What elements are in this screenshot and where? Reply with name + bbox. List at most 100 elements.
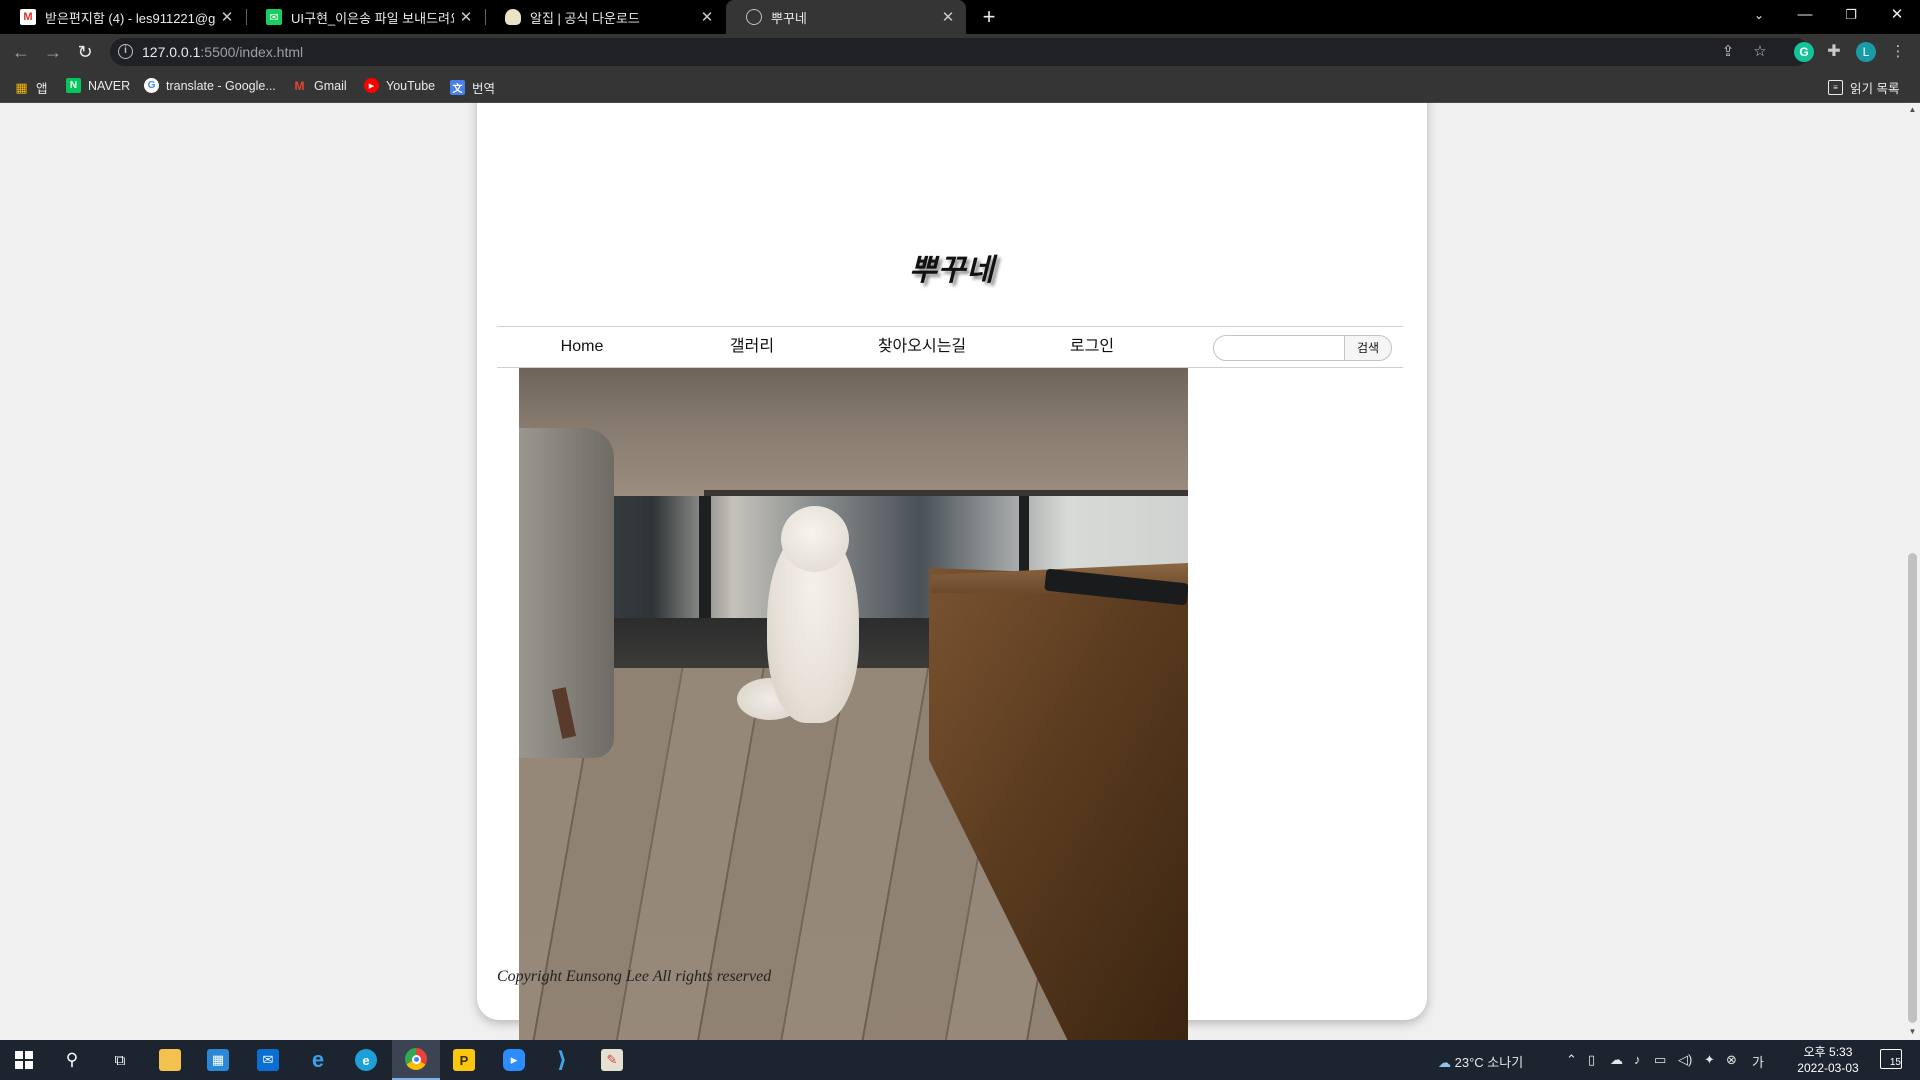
nav-home[interactable]: Home: [497, 327, 667, 367]
reading-list[interactable]: ≡ 읽기 목록: [1828, 78, 1899, 97]
site-title: 뿌꾸네: [477, 245, 1427, 289]
tray-chevron-up-icon[interactable]: ⌃: [1566, 1052, 1577, 1068]
tab-alzip[interactable]: 알집 | 공식 다운로드 ✕: [485, 0, 725, 34]
weather-widget[interactable]: ☁ 23°C 소나기: [1438, 1052, 1523, 1071]
tab-title: 받은편지함 (4) - les911221@gm: [45, 10, 215, 26]
start-windows-icon[interactable]: [0, 1040, 48, 1080]
scrollbar-thumb[interactable]: [1908, 553, 1917, 1023]
close-icon[interactable]: ✕: [695, 8, 719, 26]
browser-toolbar: ← → ↻ i 127.0.0.1:5500/index.html ⇪ ☆ G …: [0, 34, 1920, 70]
search-button[interactable]: 검색: [1344, 335, 1392, 361]
tab-active-page[interactable]: 뿌꾸네 ✕: [726, 0, 966, 34]
scroll-up-arrow-icon[interactable]: ▲: [1905, 105, 1920, 114]
footer-copyright: Copyright Eunsong Lee All rights reserve…: [497, 968, 772, 985]
bookmark-gmail[interactable]: M Gmail: [292, 78, 347, 93]
network-icon[interactable]: ▭: [1654, 1052, 1666, 1068]
scroll-down-arrow-icon[interactable]: ▼: [1905, 1027, 1920, 1036]
address-bar[interactable]: i 127.0.0.1:5500/index.html ⇪ ☆: [110, 38, 1810, 66]
windows-logo-icon: [15, 1051, 33, 1069]
tab-title: 알집 | 공식 다운로드: [530, 10, 640, 26]
reading-list-icon: ≡: [1828, 80, 1843, 95]
zoom-icon[interactable]: ▸: [490, 1040, 538, 1080]
photo-roller-blind: [519, 368, 1188, 496]
vscode-icon[interactable]: ⟩: [538, 1040, 586, 1080]
tab-search-chevron-icon[interactable]: ⌄: [1736, 0, 1782, 34]
bookmark-youtube[interactable]: ▶ YouTube: [364, 78, 435, 93]
bookmark-apps[interactable]: ▦ 앱: [14, 78, 48, 97]
bookmark-label: 번역: [472, 82, 496, 96]
dropbox-icon[interactable]: ✦: [1704, 1052, 1715, 1068]
profile-avatar[interactable]: L: [1856, 42, 1876, 62]
alzip-icon: [505, 9, 521, 25]
tab-title: 뿌꾸네: [771, 10, 807, 26]
bookmark-naver[interactable]: N NAVER: [66, 78, 130, 93]
minimize-button[interactable]: —: [1782, 0, 1828, 34]
bookmark-star-icon[interactable]: ☆: [1750, 42, 1770, 62]
menu-dots-icon[interactable]: ⋮: [1888, 42, 1908, 62]
microsoft-store-icon[interactable]: ▦: [194, 1040, 242, 1080]
reload-icon[interactable]: ↻: [72, 39, 98, 65]
nav-directions[interactable]: 찾아오시는길: [837, 327, 1007, 367]
main-nav: Home 갤러리 찾아오시는길 로그인 검색: [497, 326, 1403, 368]
youtube-icon: ▶: [364, 78, 379, 93]
close-icon[interactable]: ✕: [936, 8, 960, 26]
gmail-icon: M: [20, 9, 36, 25]
volume-icon[interactable]: ◁): [1678, 1052, 1692, 1068]
site-info-icon[interactable]: i: [118, 44, 133, 59]
close-window-button[interactable]: ✕: [1874, 0, 1920, 34]
globe-icon: [746, 9, 762, 25]
notification-count: 15: [1889, 1057, 1901, 1068]
naver-mail-icon: ✉: [266, 9, 282, 25]
file-explorer-icon[interactable]: [146, 1040, 194, 1080]
new-tab-button[interactable]: +: [976, 4, 1002, 30]
tray-status-icon[interactable]: ⊗: [1726, 1052, 1737, 1068]
notification-center-icon[interactable]: 15: [1880, 1049, 1902, 1069]
bookmarks-bar: ▦ 앱 N NAVER G translate - Google... M Gm…: [0, 70, 1920, 103]
bookmark-label: 앱: [36, 82, 48, 96]
kakaotalk-icon[interactable]: P: [440, 1040, 488, 1080]
page-viewport: 뿌꾸네 Home 갤러리 찾아오시는길 로그인 검색 Copyright Eun…: [0, 103, 1905, 1040]
bookmark-translate-google[interactable]: G translate - Google...: [144, 78, 276, 93]
translate-icon: 文: [450, 80, 465, 95]
input-method-icon[interactable]: 가: [1752, 1052, 1764, 1071]
url-text[interactable]: 127.0.0.1:5500/index.html: [142, 44, 303, 60]
gmail-icon: M: [294, 78, 305, 93]
forward-arrow-icon[interactable]: →: [40, 39, 66, 65]
tab-gmail[interactable]: M 받은편지함 (4) - les911221@gm ✕: [0, 0, 245, 34]
microphone-icon[interactable]: ♪: [1634, 1052, 1641, 1067]
system-clock[interactable]: 오후 5:33 2022-03-03: [1788, 1044, 1868, 1076]
nav-gallery[interactable]: 갤러리: [667, 327, 837, 367]
windows-taskbar: ⚲ ⧉ ▦ ✉ e e P ▸ ⟩ ✎ ☁ 23°C 소나기 ⌃ ▯ ☁ ♪ ▭…: [0, 1040, 1920, 1080]
search-icon[interactable]: ⚲: [48, 1040, 96, 1080]
extensions-puzzle-icon[interactable]: ✚: [1824, 42, 1844, 62]
restore-button[interactable]: ❐: [1828, 0, 1874, 34]
chrome-icon[interactable]: [392, 1040, 440, 1080]
close-icon[interactable]: ✕: [215, 8, 239, 26]
mail-icon[interactable]: ✉: [244, 1040, 292, 1080]
bookmark-label: YouTube: [386, 78, 436, 93]
dog-by-window-photo: [519, 368, 1188, 1040]
search-input[interactable]: [1213, 335, 1345, 361]
paint-icon[interactable]: ✎: [588, 1040, 636, 1080]
tray-app-icon[interactable]: ▯: [1588, 1052, 1595, 1068]
internet-explorer-icon[interactable]: e: [294, 1040, 342, 1080]
close-icon[interactable]: ✕: [454, 8, 478, 26]
page-scrollbar[interactable]: ▲ ▼: [1905, 103, 1920, 1040]
share-icon[interactable]: ⇪: [1718, 42, 1738, 62]
back-arrow-icon[interactable]: ←: [8, 39, 34, 65]
clock-time: 오후 5:33: [1803, 1045, 1853, 1059]
edge-icon[interactable]: e: [342, 1040, 390, 1080]
page-container: 뿌꾸네 Home 갤러리 찾아오시는길 로그인 검색 Copyright Eun…: [477, 103, 1427, 1040]
tab-title: UI구현_이은송 파일 보내드려요: [291, 10, 454, 26]
bookmark-translate[interactable]: 文 번역: [450, 78, 495, 97]
bookmark-label: Gmail: [314, 78, 347, 93]
nav-login[interactable]: 로그인: [1007, 327, 1177, 367]
onedrive-icon[interactable]: ☁: [1610, 1052, 1623, 1068]
naver-icon: N: [66, 78, 81, 93]
url-path: :5500/index.html: [200, 44, 304, 60]
tab-naver-mail[interactable]: ✉ UI구현_이은송 파일 보내드려요 ✕: [246, 0, 484, 34]
clock-date: 2022-03-03: [1797, 1061, 1859, 1075]
task-view-icon[interactable]: ⧉: [96, 1040, 144, 1080]
grammarly-extension-icon[interactable]: G: [1794, 42, 1814, 62]
site-title-text: 뿌꾸네: [909, 253, 995, 288]
